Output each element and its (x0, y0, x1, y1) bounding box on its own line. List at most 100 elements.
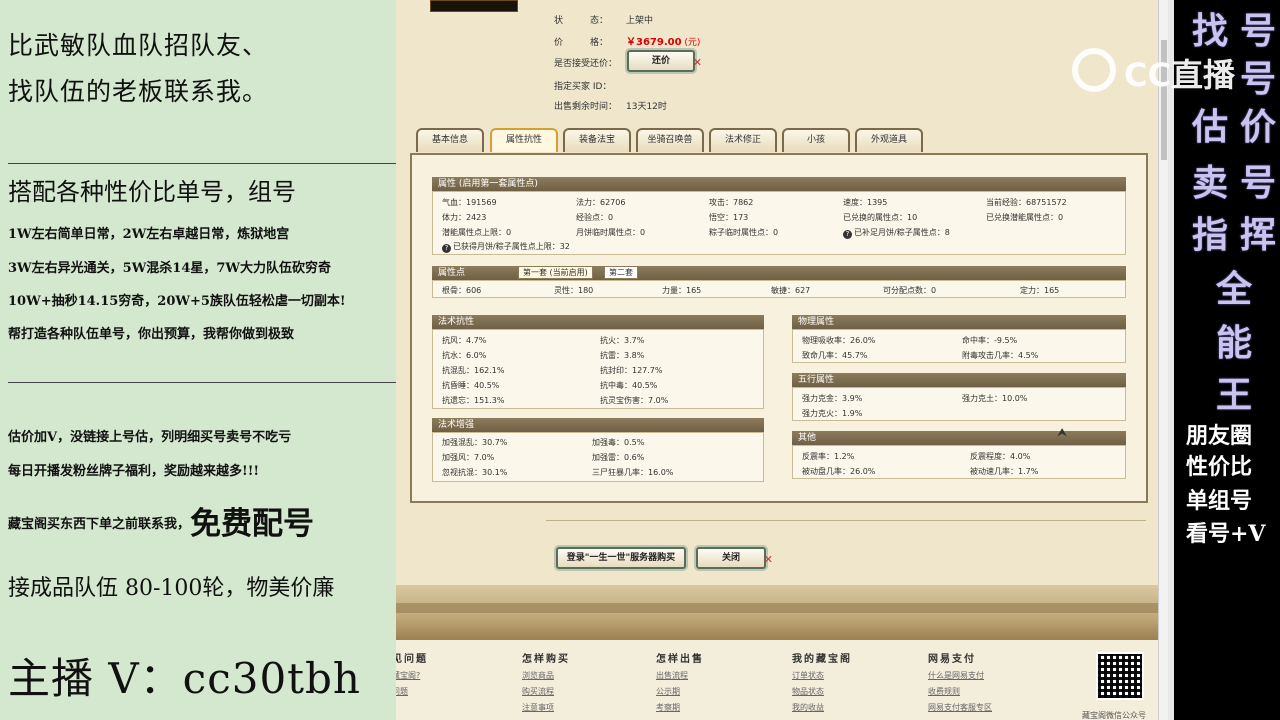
point-value: 定力：165 (1020, 286, 1060, 295)
button-label: 登录"一生一世"服务器购买 (566, 553, 676, 563)
close-button[interactable]: 关闭 ✕ (696, 547, 773, 569)
attr-value: 悟空：173 (709, 213, 749, 222)
footer-title: 网易支付 (928, 654, 976, 665)
promo-char: 价 (1240, 106, 1277, 148)
login-buy-button[interactable]: 登录"一生一世"服务器购买 (556, 547, 686, 569)
help-icon[interactable]: ? (442, 244, 451, 253)
footer-link[interactable]: 注意事项 (522, 702, 570, 713)
divider (1168, 0, 1174, 720)
promo-side-panel: 找 号 号 估 价 卖 号 指 挥 全 能 王 朋友圈 性价比 单组号 看号+V (1168, 0, 1280, 720)
section-header: 属性 (启用第一套属性点) (432, 177, 1126, 191)
divider (546, 520, 1146, 521)
footer-link[interactable]: 收费规则 (928, 686, 992, 697)
boost-value: 加强风：7.0% (442, 453, 495, 462)
resist-value: 抗昏睡：40.5% (442, 381, 500, 390)
footer-link[interactable]: 购买流程 (522, 686, 570, 697)
price-value: ￥3679.00 (626, 37, 682, 48)
cc-live-logo: CC直播 (1072, 44, 1252, 94)
buyer-id-row: 指定买家 ID： (554, 79, 611, 92)
tab-label: 坐骑召唤兽 (647, 135, 693, 145)
resist-value: 抗风：4.7% (442, 336, 487, 345)
promo-line: 藏宝阁买东西下单之前联系我，免费配号 (8, 498, 314, 543)
attr-value: 经验点：0 (576, 213, 614, 222)
footer-title: 见问题 (396, 654, 428, 665)
button-label: 还价 (651, 56, 670, 66)
footer-link[interactable]: 出售流程 (656, 670, 704, 681)
boost-value: 加强混乱：30.7% (442, 438, 508, 447)
resist-value: 抗遗忘：151.3% (442, 396, 505, 405)
promo-line: 比武敏队血队招队友、 (8, 31, 269, 60)
logo-ring-icon (1072, 48, 1116, 92)
section-header: 法术抗性 (432, 315, 764, 329)
resist-value: 抗中毒：40.5% (600, 381, 658, 390)
divider (8, 163, 396, 164)
attr-value: 攻击：7862 (709, 198, 754, 207)
footer-link[interactable]: 我的收益 (792, 702, 852, 713)
promo-line: 1W左右简单日常，2W左右卓越日常，炼狱地宫 (8, 227, 290, 242)
footer-decoration (396, 585, 1158, 640)
tab-basic-info[interactable]: 基本信息 (416, 128, 484, 152)
label: 出售剩余时间： (554, 102, 618, 112)
label: 指定买家 ID： (554, 82, 612, 92)
footer-link[interactable]: 网易支付客服专区 (928, 702, 992, 713)
close-icon: ✕ (763, 553, 773, 566)
resist-value: 抗雷：3.8% (600, 351, 645, 360)
tab-attributes[interactable]: 属性抗性 (490, 128, 558, 152)
tab-point-set-2[interactable]: 第二套 (604, 266, 638, 279)
other-value: 反震率：1.2% (802, 452, 855, 461)
footer-link[interactable]: 订单状态 (792, 670, 852, 681)
remaining-value: 13天12时 (626, 102, 667, 112)
promo-line: 看号+V (1186, 521, 1266, 547)
tab-spell-mods[interactable]: 法术修正 (709, 128, 777, 152)
attr-value: 已兑换潜能属性点：0 (986, 213, 1064, 222)
footer-link[interactable]: 藏宝阁? (396, 670, 428, 681)
tab-label: 属性抗性 (505, 135, 542, 145)
element-value: 强力克火：1.9% (802, 409, 863, 418)
site-footer: 见问题 藏宝阁? 问题 怎样购买 浏览商品 购买流程 注意事项 怎样出售 出售流… (396, 640, 1158, 720)
close-icon: ✕ (692, 56, 702, 69)
vertical-scrollbar[interactable] (1158, 0, 1168, 720)
resist-value: 抗火：3.7% (600, 336, 645, 345)
footer-link[interactable]: 公示期 (656, 686, 704, 697)
footer-link[interactable]: 问题 (396, 686, 428, 697)
footer-link[interactable]: 什么是网易支付 (928, 670, 992, 681)
label: 是否接受还价： (554, 59, 618, 69)
promo-line: 找队伍的老板联系我。 (8, 77, 269, 106)
other-value: 反震程度：4.0% (970, 452, 1031, 461)
resist-value: 抗灵宝伤害：7.0% (600, 396, 669, 405)
promo-line: 估价加V，没链接上号估，列明细买号卖号不吃亏 (8, 430, 292, 445)
help-icon[interactable]: ? (843, 230, 852, 239)
qr-caption: 藏宝阁微信公众号 (1082, 711, 1146, 720)
promo-line: 单组号 (1186, 488, 1253, 514)
boost-value: 三尸狂暴几率：16.0% (592, 468, 674, 477)
footer-link[interactable]: 浏览商品 (522, 670, 570, 681)
button-label: 关闭 (721, 553, 740, 563)
footer-title: 怎样出售 (656, 654, 704, 665)
promo-highlight: 免费配号 (190, 506, 315, 542)
promo-char: 能 (1216, 322, 1253, 364)
attr-value: 月饼临时属性点：0 (576, 228, 646, 237)
tab-children[interactable]: 小孩 (782, 128, 850, 152)
attr-text: 已补足月饼/粽子属性点：8 (854, 228, 950, 237)
other-value: 被动速几率：1.7% (970, 467, 1039, 476)
physical-value: 致命几率：45.7% (802, 351, 868, 360)
promo-char: 卖 (1192, 162, 1229, 204)
tab-mounts-pets[interactable]: 坐骑召唤兽 (636, 128, 704, 152)
status-value: 上架中 (626, 16, 654, 26)
promo-char: 估 (1192, 106, 1229, 148)
promo-line: 帮打造各种队伍单号，你出预算，我帮你做到极致 (8, 327, 295, 342)
resist-value: 抗封印：127.7% (600, 366, 663, 375)
footer-link[interactable]: 物品状态 (792, 686, 852, 697)
physical-value: 命中率：-9.5% (962, 336, 1018, 345)
counter-offer-button[interactable]: 还价 ✕ (627, 50, 702, 72)
tab-point-set-1[interactable]: 第一套 (当前启用) (518, 266, 593, 279)
promo-char: 全 (1216, 268, 1253, 310)
tab-appearance[interactable]: 外观道具 (855, 128, 923, 152)
attr-value: 法力：62706 (576, 198, 626, 207)
tab-equipment[interactable]: 装备法宝 (563, 128, 631, 152)
tab-label: 基本信息 (431, 135, 468, 145)
promo-char: 挥 (1240, 214, 1277, 256)
footer-link[interactable]: 考察期 (656, 702, 704, 713)
footer-col-my: 我的藏宝阁 订单状态 物品状态 我的收益 (792, 650, 852, 713)
section-header: 其他 (792, 431, 1126, 445)
